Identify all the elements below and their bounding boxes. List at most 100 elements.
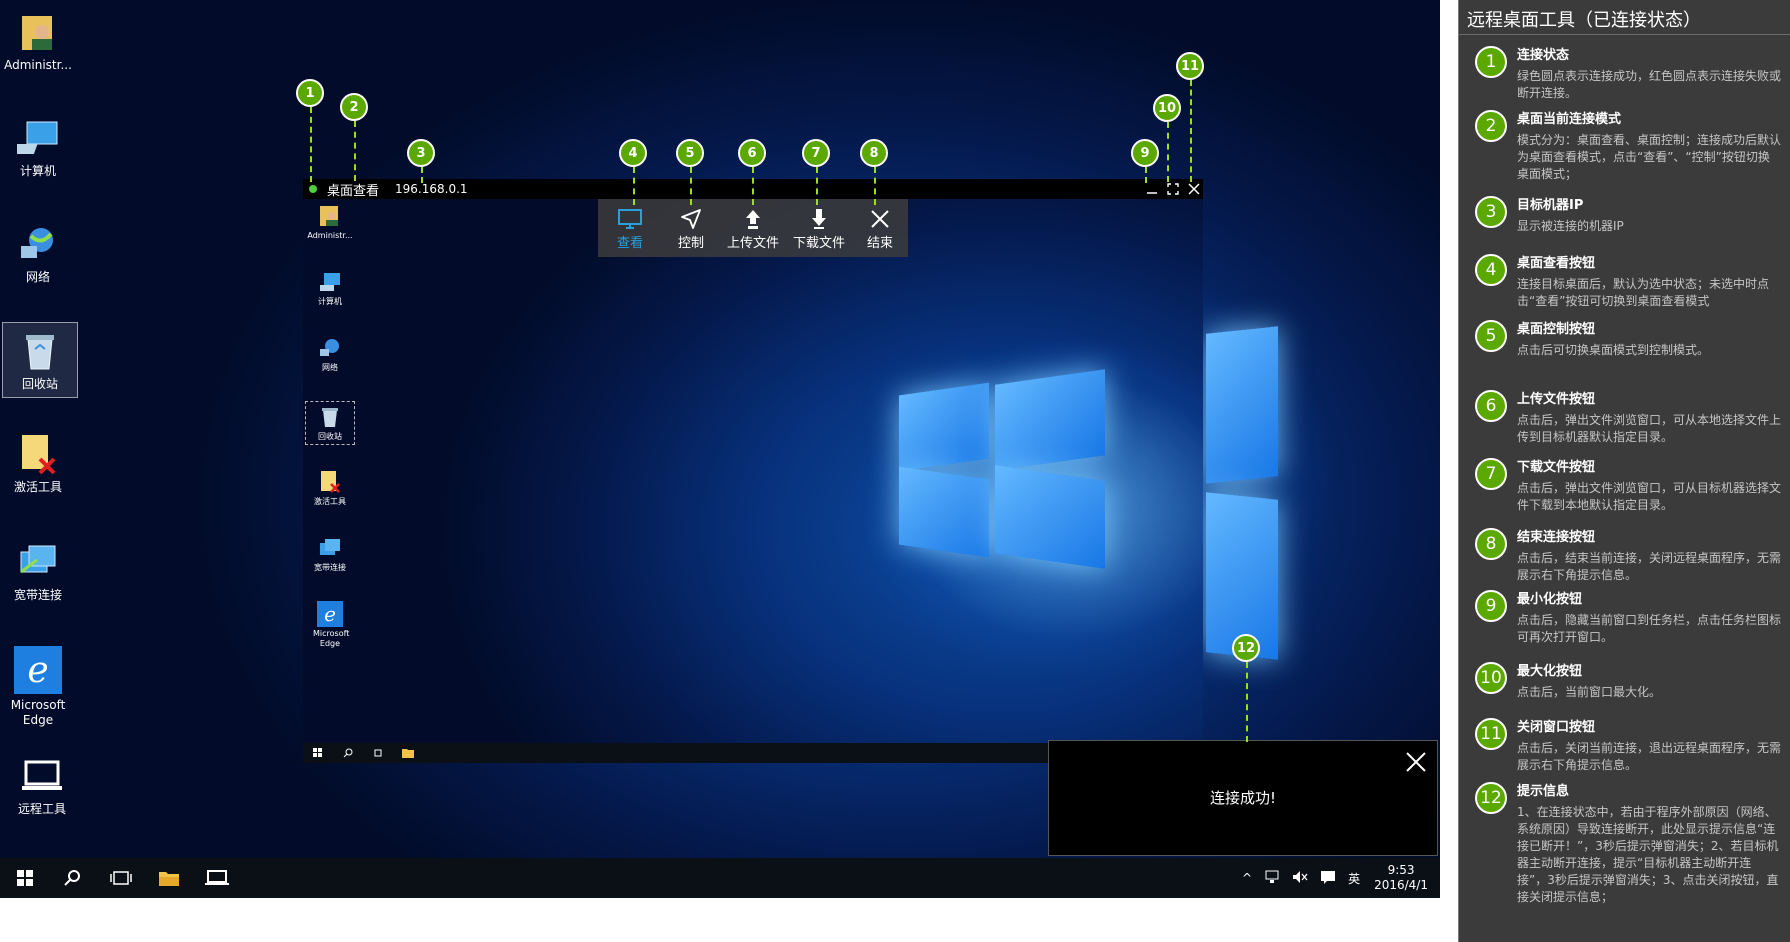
annotation-title: 最大化按钮 xyxy=(1517,664,1583,679)
callout-leader-7 xyxy=(816,167,818,205)
annotation-desc: 显示被连接的机器IP xyxy=(1517,219,1624,233)
remote-icon-recycle-bin[interactable]: 回收站 xyxy=(305,401,355,445)
network-tray-icon[interactable] xyxy=(1264,870,1280,887)
svg-text:e: e xyxy=(324,602,336,626)
callout-leader-11 xyxy=(1190,80,1192,182)
screenshot-canvas: Administr... 计算机 网络 回收站 激活工具 宽带连接 e Micr… xyxy=(0,0,1790,942)
annotation-title: 关闭窗口按钮 xyxy=(1517,720,1596,735)
download-button-label: 下载文件 xyxy=(792,235,845,251)
close-window-button[interactable] xyxy=(1183,179,1205,199)
toast-close-button[interactable] xyxy=(1403,749,1429,775)
desktop-icon-label: 激活工具 xyxy=(13,480,62,494)
annotation-number: 10 xyxy=(1475,662,1507,694)
annotation-desc: 点击后，隐藏当前窗口到任务栏，点击任务栏图标可再次打开窗口。 xyxy=(1517,613,1782,644)
callout-11: 11 xyxy=(1176,52,1204,80)
close-icon xyxy=(1406,752,1426,772)
remote-icon-activation-tool[interactable]: 激活工具 xyxy=(305,469,355,507)
callout-4: 4 xyxy=(619,139,647,167)
remote-task-view-icon[interactable] xyxy=(371,746,385,760)
action-center-icon[interactable] xyxy=(1320,870,1336,887)
wallpaper-windows-logo xyxy=(1206,300,1282,680)
remote-tool-icon xyxy=(20,754,64,798)
desktop-icon-label: Microsoft Edge xyxy=(10,698,66,727)
callout-6: 6 xyxy=(738,139,766,167)
remote-icon-broadband[interactable]: 宽带连接 xyxy=(305,535,355,573)
download-arrow-icon xyxy=(810,206,828,232)
broadband-icon xyxy=(317,535,343,561)
annotation-desc: 点击后可切换桌面模式到控制模式。 xyxy=(1517,343,1710,357)
callout-leader-5 xyxy=(690,167,692,205)
remote-icon-edge[interactable]: e Microsoft Edge xyxy=(305,601,355,649)
svg-text:e: e xyxy=(27,650,48,691)
remote-screen[interactable]: Administr... 计算机 网络 回收站 激活工具 宽带连接 e Micr… xyxy=(303,199,1203,743)
end-connection-button[interactable]: 结束 xyxy=(852,199,908,257)
laptop-icon xyxy=(205,870,229,885)
control-button[interactable]: 控制 xyxy=(662,199,720,257)
annotation-desc: 绿色圆点表示连接成功，红色圆点表示连接失败或断开连接。 xyxy=(1517,69,1782,100)
remote-folder-icon[interactable] xyxy=(401,746,415,760)
desktop-icon-recycle-bin[interactable]: 回收站 xyxy=(2,322,78,398)
callout-1: 1 xyxy=(296,79,324,107)
volume-muted-icon[interactable] xyxy=(1292,870,1308,887)
annotation-number: 2 xyxy=(1475,110,1507,142)
ime-indicator[interactable]: 英 xyxy=(1348,870,1360,887)
upload-button[interactable]: 上传文件 xyxy=(720,199,786,257)
remote-icon-label: 宽带连接 xyxy=(314,563,346,572)
desktop-icon-broadband[interactable]: 宽带连接 xyxy=(0,540,76,603)
callout-8: 8 xyxy=(860,139,888,167)
annotation-title: 目标机器IP xyxy=(1517,198,1584,213)
maximize-button[interactable] xyxy=(1162,179,1184,199)
remote-icon-computer[interactable]: 计算机 xyxy=(305,269,355,307)
remote-icon-label: 激活工具 xyxy=(314,497,346,506)
desktop-icon-edge[interactable]: e Microsoft Edge xyxy=(0,646,76,728)
taskbar: ^ 英 9:53 2016/4/1 xyxy=(0,858,1440,898)
annotation-number: 1 xyxy=(1475,46,1507,78)
callout-2: 2 xyxy=(340,93,368,121)
download-button[interactable]: 下载文件 xyxy=(786,199,852,257)
annotation-desc: 点击后，弹出文件浏览窗口，可从本地选择文件上传到目标机器默认指定目录。 xyxy=(1517,413,1782,444)
remote-wallpaper-logo xyxy=(899,369,1109,569)
callout-leader-1 xyxy=(310,107,312,182)
view-button[interactable]: 查看 xyxy=(598,199,662,257)
task-view-icon xyxy=(110,871,132,885)
callout-leader-4 xyxy=(633,167,635,205)
panel-title: 远程桌面工具（已连接状态） xyxy=(1467,10,1701,31)
activation-tool-icon xyxy=(317,469,343,495)
remote-start-icon[interactable] xyxy=(311,746,325,760)
desktop-icon-activation-tool[interactable]: 激活工具 xyxy=(0,432,76,495)
desktop-icon-remote-tool[interactable]: 远程工具 xyxy=(4,754,80,817)
toast-message: 连接成功! xyxy=(1209,789,1276,807)
annotation-title: 上传文件按钮 xyxy=(1517,392,1596,407)
desktop-icon-network[interactable]: 网络 xyxy=(0,222,76,285)
clock-time: 9:53 xyxy=(1387,863,1415,877)
panel-divider xyxy=(1459,34,1790,35)
taskbar-remote-tool-button[interactable] xyxy=(194,858,240,898)
annotation-desc: 点击后，当前窗口最大化。 xyxy=(1517,685,1662,699)
clock-date: 2016/4/1 xyxy=(1374,878,1428,892)
chevron-up-icon[interactable]: ^ xyxy=(1242,871,1252,885)
annotation-title: 下载文件按钮 xyxy=(1517,460,1596,475)
task-view-button[interactable] xyxy=(98,858,144,898)
remote-search-icon[interactable] xyxy=(341,746,355,760)
taskbar-search-button[interactable] xyxy=(50,858,96,898)
annotation-title: 提示信息 xyxy=(1517,784,1570,799)
recycle-bin-icon xyxy=(317,404,343,430)
end-button-label: 结束 xyxy=(866,235,893,251)
start-button[interactable] xyxy=(2,858,48,898)
annotation-desc: 连接目标桌面后，默认为选中状态；未选中时点击“查看”按钮可切换到桌面查看模式 xyxy=(1517,277,1770,308)
remote-icon-network[interactable]: 网络 xyxy=(305,335,355,373)
file-explorer-button[interactable] xyxy=(146,858,192,898)
callout-10: 10 xyxy=(1153,94,1181,122)
desktop-icon-label: 远程工具 xyxy=(17,802,66,816)
remote-icon-administrator[interactable]: Administr... xyxy=(305,203,355,241)
annotation-title: 桌面查看按钮 xyxy=(1517,256,1596,271)
clock[interactable]: 9:53 2016/4/1 xyxy=(1374,863,1428,893)
annotation-number: 9 xyxy=(1475,590,1507,622)
desktop-icon-label: 宽带连接 xyxy=(13,588,62,602)
system-tray: ^ 英 9:53 2016/4/1 xyxy=(1236,858,1440,898)
remote-icon-label: 计算机 xyxy=(318,297,342,306)
computer-icon xyxy=(16,116,60,160)
desktop-icon-computer[interactable]: 计算机 xyxy=(0,116,76,179)
annotation-title: 结束连接按钮 xyxy=(1517,530,1596,545)
desktop-icon-administrator[interactable]: Administr... xyxy=(0,10,76,73)
